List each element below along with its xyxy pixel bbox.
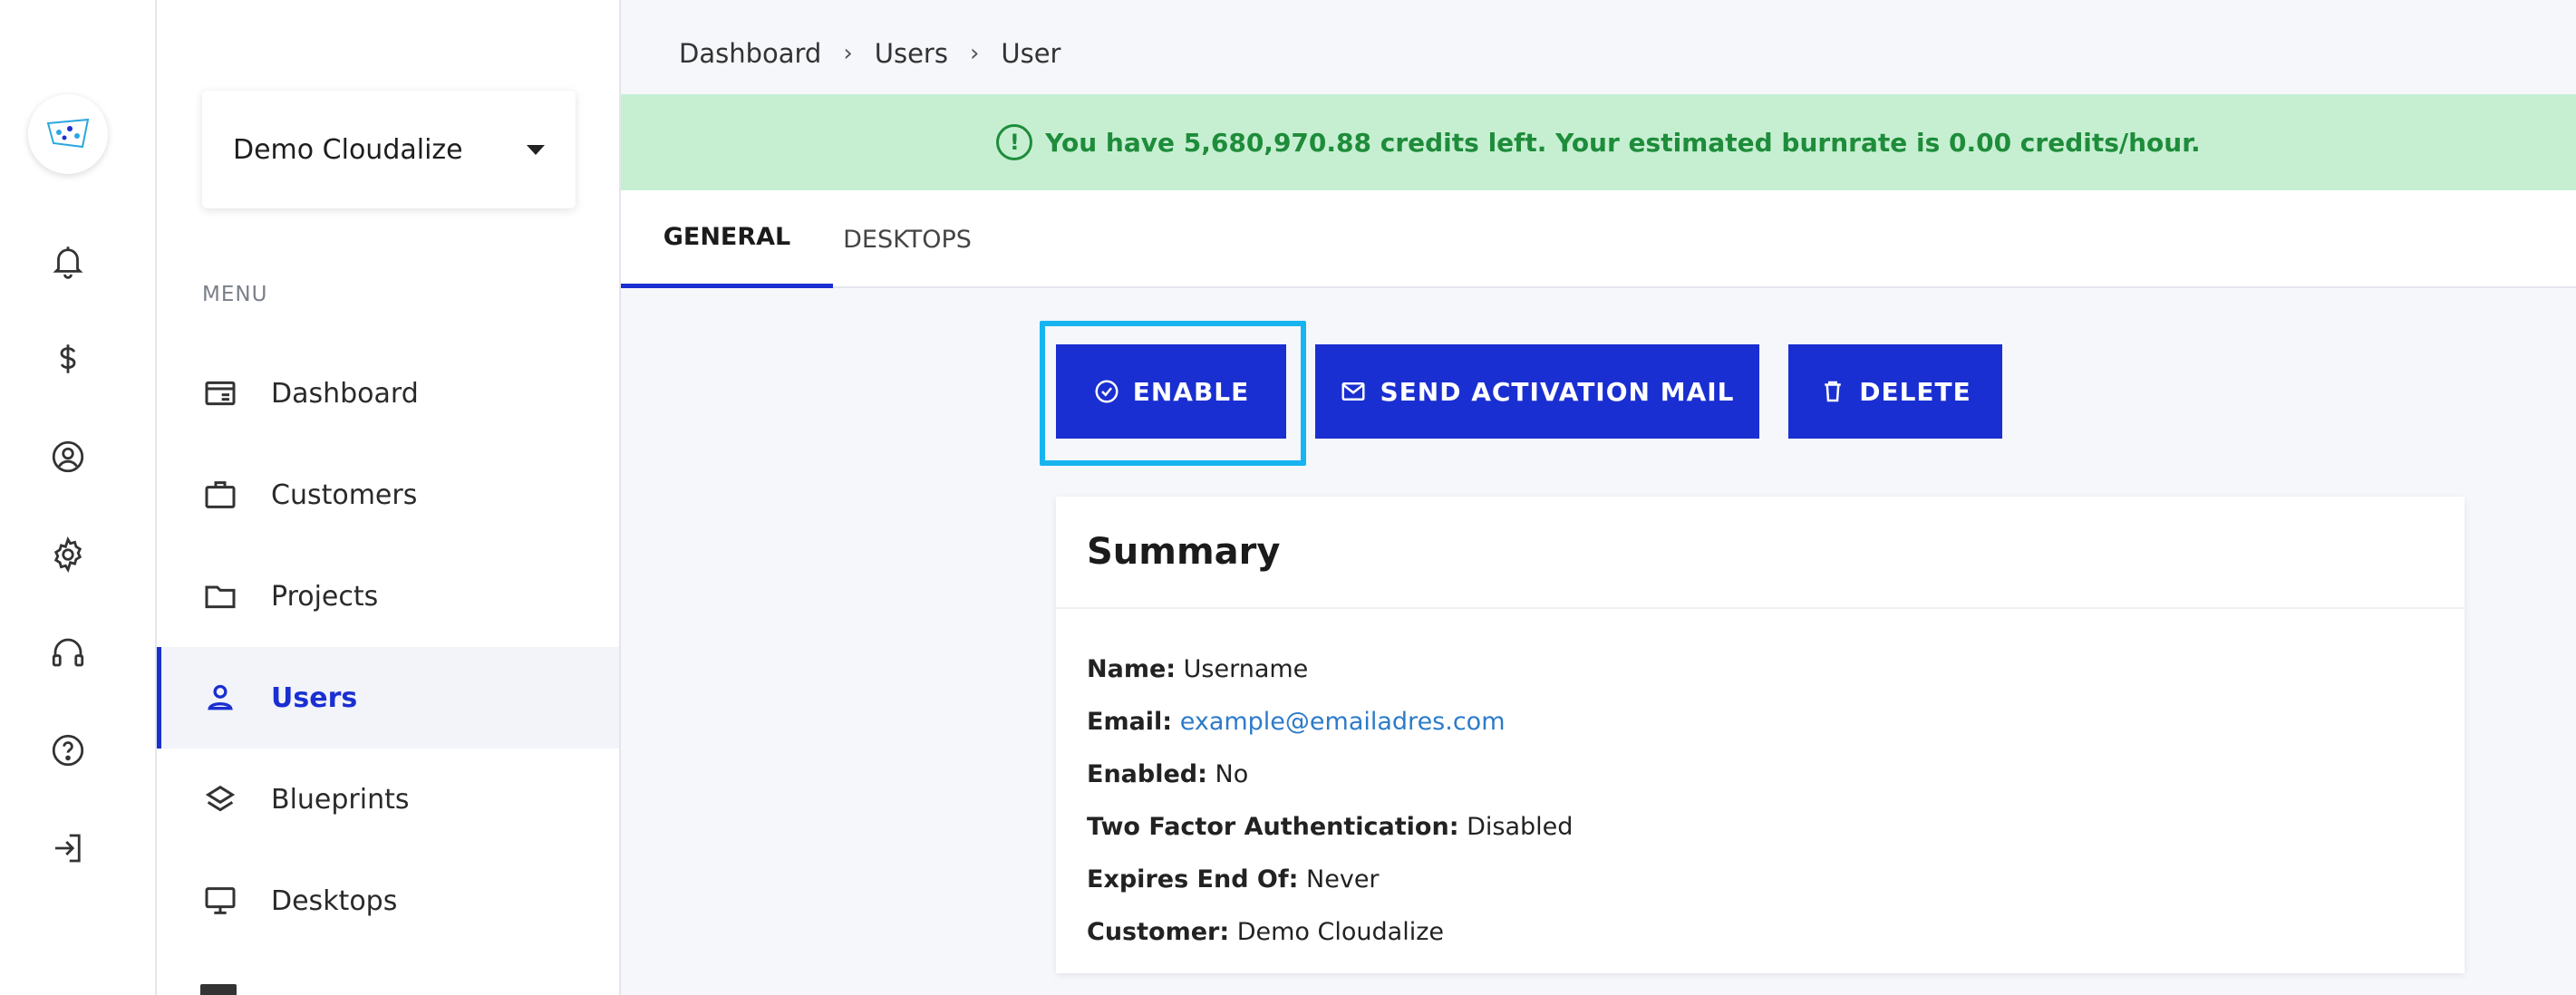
mail-icon [1341, 382, 1365, 401]
sidebar-item-blueprints[interactable]: Blueprints [157, 749, 619, 850]
field-value: No [1215, 760, 1249, 788]
briefcase-icon [200, 475, 240, 515]
summary-card: Summary Name: Username Email: example@em… [1056, 497, 2465, 973]
credits-banner: ! You have 5,680,970.88 credits left. Yo… [621, 94, 2576, 190]
logout-icon[interactable] [41, 821, 95, 875]
partial-menu-icon [200, 984, 237, 995]
sidebar-item-users[interactable]: Users [157, 647, 619, 749]
send-activation-mail-button[interactable]: SEND ACTIVATION MAIL [1315, 344, 1759, 439]
enable-button-label: ENABLE [1132, 376, 1250, 407]
sidebar-item-dashboard[interactable]: Dashboard [157, 343, 619, 444]
sidebar-item-projects[interactable]: Projects [157, 546, 619, 647]
summary-row-two-factor: Two Factor Authentication: Disabled [1087, 801, 2434, 854]
breadcrumb-dashboard[interactable]: Dashboard [679, 38, 821, 69]
icon-rail [0, 0, 157, 995]
field-label: Email: [1087, 708, 1173, 736]
enable-button[interactable]: ENABLE [1056, 344, 1286, 439]
summary-row-email: Email: example@emailadres.com [1087, 696, 2434, 749]
caret-down-icon [527, 144, 545, 155]
summary-row-enabled: Enabled: No [1087, 749, 2434, 801]
main-content: Dashboard › Users › User ! You have 5,68… [621, 0, 2576, 995]
tab-general[interactable]: GENERAL [621, 190, 833, 288]
user-icon [200, 678, 240, 718]
send-activation-mail-label: SEND ACTIVATION MAIL [1380, 376, 1735, 407]
chevron-right-icon: › [843, 40, 853, 67]
bell-icon[interactable] [41, 234, 95, 288]
sidebar-item-label: Customers [271, 478, 418, 511]
chevron-right-icon: › [969, 40, 980, 67]
breadcrumb: Dashboard › Users › User [679, 38, 1060, 69]
check-circle-icon [1095, 380, 1119, 403]
sidebar-item-label: Users [271, 681, 358, 714]
organization-dropdown[interactable]: Demo Cloudalize [202, 91, 576, 208]
field-value: Disabled [1467, 813, 1574, 841]
gear-icon[interactable] [41, 527, 95, 582]
delete-button[interactable]: DELETE [1788, 344, 2002, 439]
credits-banner-text: You have 5,680,970.88 credits left. Your… [1045, 127, 2201, 158]
sidebar-item-customers[interactable]: Customers [157, 444, 619, 546]
trash-icon [1825, 381, 1841, 402]
field-label: Customer: [1087, 918, 1230, 946]
field-value: Never [1306, 865, 1380, 894]
sidebar-item-desktops[interactable]: Desktops [157, 850, 619, 952]
field-label: Name: [1087, 655, 1177, 683]
layers-icon [200, 779, 240, 819]
breadcrumb-user: User [1001, 38, 1061, 69]
field-value: Username [1183, 655, 1309, 683]
field-label: Enabled: [1087, 760, 1207, 788]
account-circle-icon[interactable] [41, 430, 95, 484]
folder-icon [200, 576, 240, 616]
breadcrumb-users[interactable]: Users [875, 38, 948, 69]
summary-row-expires: Expires End Of: Never [1087, 854, 2434, 906]
field-label: Expires End Of: [1087, 865, 1299, 894]
email-link[interactable]: example@emailadres.com [1180, 708, 1506, 736]
delete-button-label: DELETE [1859, 376, 1971, 407]
sidebar-item-label: Dashboard [271, 377, 419, 410]
dollar-icon[interactable] [41, 332, 95, 386]
headset-icon[interactable] [41, 625, 95, 680]
sidebar-item-label: Desktops [271, 884, 398, 917]
monitor-icon [200, 881, 240, 921]
field-value: Demo Cloudalize [1236, 918, 1444, 946]
cloud-logo-icon [46, 118, 90, 149]
summary-row-customer: Customer: Demo Cloudalize [1087, 906, 2434, 959]
sidebar-item-label: Blueprints [271, 783, 410, 816]
menu-title: MENU [202, 283, 268, 306]
summary-title: Summary [1056, 497, 2465, 609]
dashboard-icon [200, 373, 240, 413]
sidebar-item-label: Projects [271, 580, 379, 613]
action-bar: ENABLE SEND ACTIVATION MAIL DELETE [621, 317, 2576, 466]
tab-desktops[interactable]: DESKTOPS [833, 190, 982, 288]
field-label: Two Factor Authentication: [1087, 813, 1459, 841]
app-logo[interactable] [28, 94, 108, 174]
sidebar: Demo Cloudalize MENU Dashboard Customers… [157, 0, 621, 995]
summary-body: Name: Username Email: example@emailadres… [1056, 609, 2465, 959]
summary-row-name: Name: Username [1087, 643, 2434, 696]
exclamation-circle-icon: ! [996, 124, 1033, 160]
organization-label: Demo Cloudalize [233, 133, 463, 166]
tab-bar: GENERAL DESKTOPS [621, 190, 2576, 288]
help-icon[interactable] [41, 723, 95, 778]
